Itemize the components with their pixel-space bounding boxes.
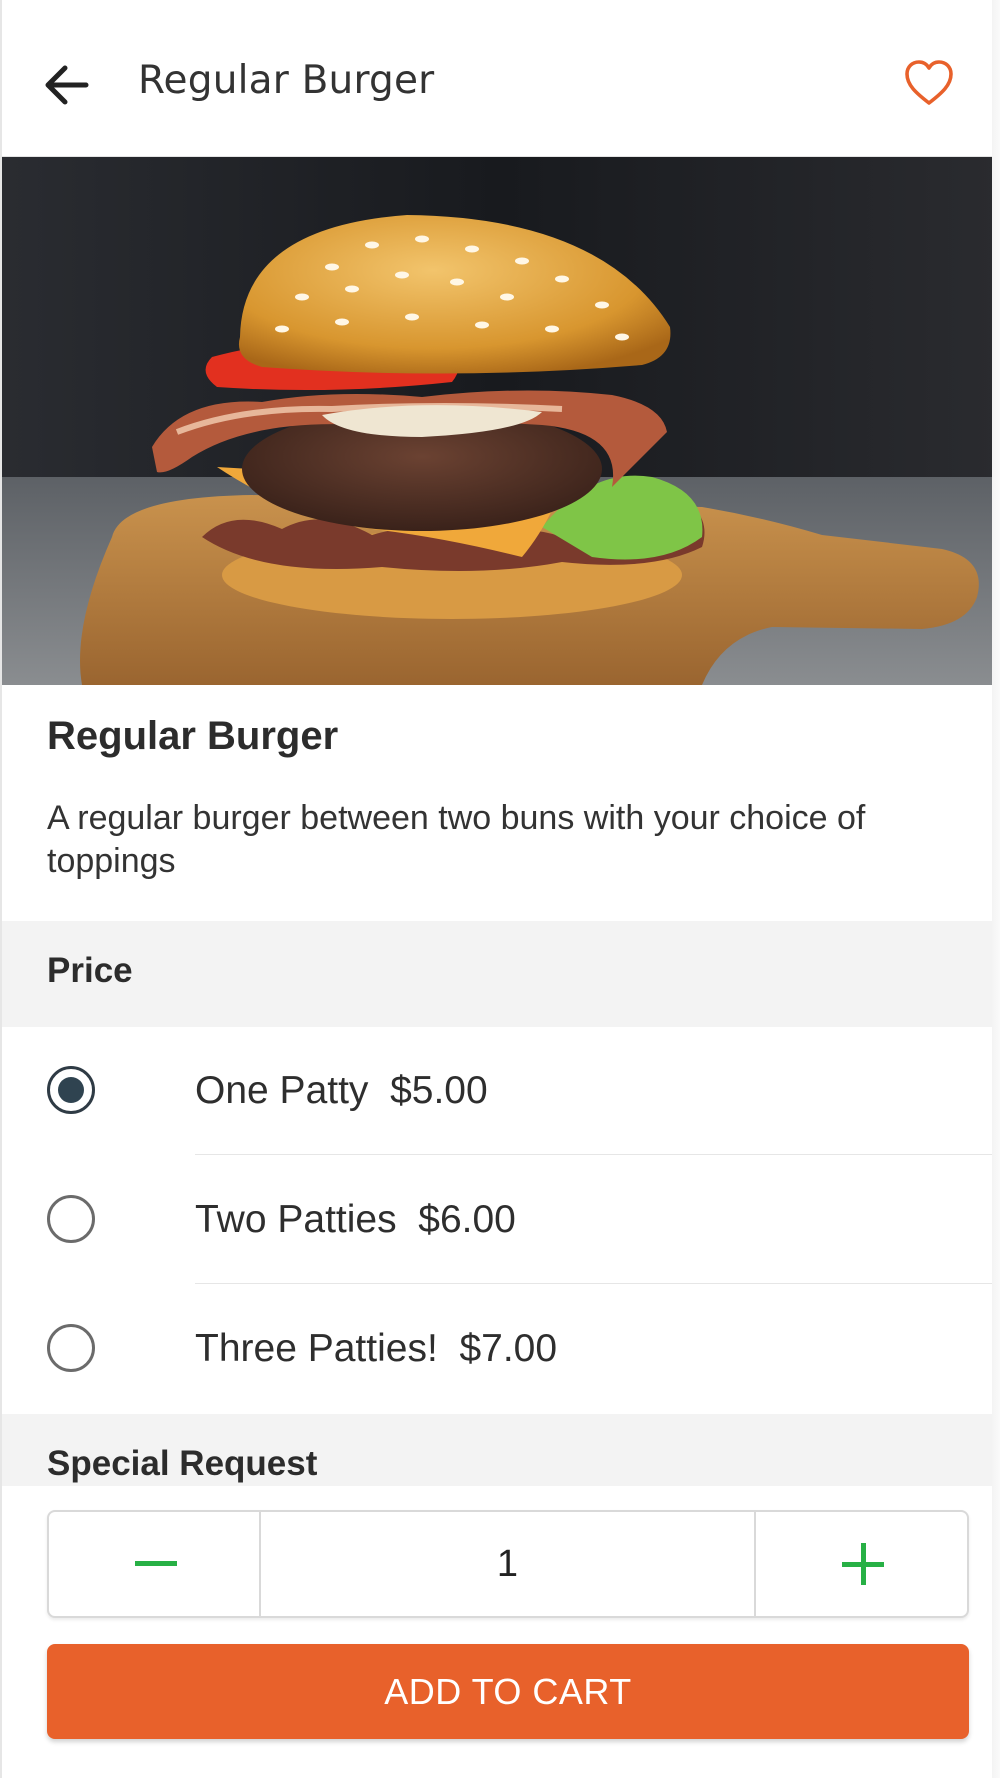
radio-unselected-icon[interactable] — [47, 1324, 95, 1372]
special-request-title: Special Request — [47, 1444, 318, 1483]
screen-edge — [992, 0, 1000, 1778]
app-header: Regular Burger — [2, 0, 998, 157]
heart-outline-icon — [905, 60, 953, 105]
decrease-quantity-button[interactable] — [49, 1512, 261, 1616]
minus-icon — [135, 1561, 177, 1566]
back-button[interactable] — [40, 58, 94, 112]
price-option-label: Three Patties! $7.00 — [195, 1327, 558, 1370]
price-option-two-patties[interactable]: Two Patties $6.00 — [2, 1156, 998, 1284]
increase-quantity-button[interactable] — [754, 1512, 969, 1616]
radio-unselected-icon[interactable] — [47, 1195, 95, 1243]
price-option-label: One Patty $5.00 — [195, 1069, 488, 1112]
quantity-value: 1 — [496, 1543, 519, 1585]
product-detail-screen: Regular Burger Regular Burger A regular … — [0, 0, 998, 1778]
price-option-three-patties[interactable]: Three Patties! $7.00 — [2, 1285, 998, 1413]
divider — [195, 1283, 998, 1284]
price-section-header: Price — [2, 921, 998, 1027]
price-option-label: Two Patties $6.00 — [195, 1198, 516, 1241]
radio-selected-icon[interactable] — [47, 1066, 95, 1114]
price-option-one-patty[interactable]: One Patty $5.00 — [2, 1027, 998, 1155]
cart-footer: 1 ADD TO CART — [2, 1486, 998, 1778]
special-request-header: Special Request — [2, 1414, 998, 1486]
price-section-title: Price — [47, 951, 133, 990]
divider — [195, 1154, 998, 1155]
add-to-cart-button[interactable]: ADD TO CART — [47, 1644, 969, 1739]
favorite-button[interactable] — [902, 56, 956, 110]
page-title: Regular Burger — [138, 58, 435, 103]
product-description: A regular burger between two buns with y… — [47, 799, 866, 880]
product-image — [2, 157, 998, 685]
quantity-stepper: 1 — [47, 1510, 969, 1618]
arrow-left-icon — [45, 65, 89, 105]
product-name: Regular Burger — [47, 714, 339, 758]
